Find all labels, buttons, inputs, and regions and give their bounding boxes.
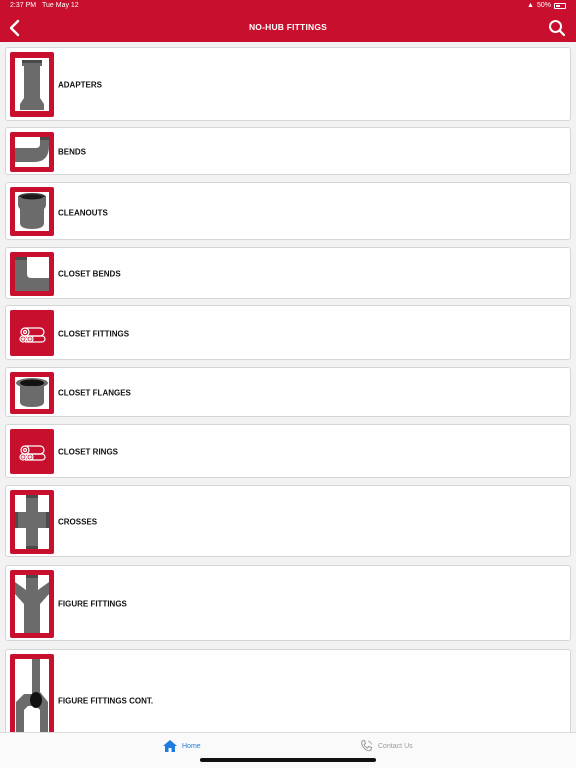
home-icon bbox=[163, 740, 177, 752]
list-item-closet-bends[interactable]: CLOSET BENDS bbox=[5, 247, 571, 299]
list-item-label: CROSSES bbox=[58, 517, 98, 527]
adapter-fitting-image bbox=[10, 52, 54, 117]
closet-flange-fitting-image bbox=[10, 372, 54, 414]
page-title: NO-HUB FITTINGS bbox=[248, 22, 328, 32]
closet-bend-fitting-image bbox=[10, 252, 54, 296]
list-item-closet-rings[interactable]: CLOSET RINGS bbox=[5, 424, 571, 478]
nav-bar: NO-HUB FITTINGS bbox=[0, 14, 576, 42]
tab-contact-us[interactable]: Contact Us bbox=[360, 740, 413, 752]
wye-fitting-image bbox=[10, 570, 54, 638]
status-bar: 2:37 PM Tue May 12 ▲ 50% bbox=[0, 0, 576, 14]
wifi-icon: ▲ bbox=[527, 2, 534, 9]
battery-icon bbox=[554, 2, 566, 9]
tab-contact-label: Contact Us bbox=[378, 742, 413, 750]
pipes-placeholder-icon bbox=[10, 310, 54, 356]
status-date: Tue May 12 bbox=[42, 2, 79, 9]
list-item-figure-fittings-cont[interactable]: FIGURE FITTINGS CONT. bbox=[5, 649, 571, 732]
tab-bar: Home Contact Us bbox=[0, 732, 576, 768]
top-bar: 2:37 PM Tue May 12 ▲ 50% NO-HUB FITTINGS bbox=[0, 0, 576, 42]
search-icon[interactable] bbox=[548, 19, 566, 37]
phone-icon bbox=[361, 740, 373, 752]
list-item-label: CLOSET FLANGES bbox=[58, 388, 131, 398]
list-item-label: ADAPTERS bbox=[58, 80, 103, 90]
pipes-placeholder-icon bbox=[10, 429, 54, 474]
list-item-label: CLEANOUTS bbox=[58, 208, 108, 218]
figure-fitting-image bbox=[10, 654, 54, 732]
list-item-label: CLOSET RINGS bbox=[58, 447, 119, 457]
list-item-crosses[interactable]: CROSSES bbox=[5, 485, 571, 557]
tab-home[interactable]: Home bbox=[163, 740, 201, 752]
list-item-label: FIGURE FITTINGS CONT. bbox=[58, 696, 154, 706]
bend-fitting-image bbox=[10, 132, 54, 172]
list-item-closet-fittings[interactable]: CLOSET FITTINGS bbox=[5, 305, 571, 360]
list-item-figure-fittings[interactable]: FIGURE FITTINGS bbox=[5, 565, 571, 641]
list-item-closet-flanges[interactable]: CLOSET FLANGES bbox=[5, 367, 571, 417]
battery-percent: 50% bbox=[536, 2, 551, 9]
home-indicator bbox=[200, 758, 376, 762]
status-time: 2:37 PM bbox=[10, 2, 37, 9]
list-item-label: BENDS bbox=[58, 147, 87, 157]
cross-fitting-image bbox=[10, 490, 54, 554]
list-item-label: CLOSET FITTINGS bbox=[58, 329, 130, 339]
list-item-label: CLOSET BENDS bbox=[58, 269, 121, 279]
fittings-list: ADAPTERS BENDS CLEANOUTS CLOSET BENDS CL… bbox=[0, 42, 576, 732]
tab-home-label: Home bbox=[182, 742, 201, 750]
list-item-cleanouts[interactable]: CLEANOUTS bbox=[5, 182, 571, 240]
list-item-adapters[interactable]: ADAPTERS bbox=[5, 47, 571, 121]
status-right: ▲ 50% bbox=[527, 2, 566, 9]
list-item-bends[interactable]: BENDS bbox=[5, 127, 571, 175]
cleanout-fitting-image bbox=[10, 187, 54, 236]
list-item-label: FIGURE FITTINGS bbox=[58, 599, 127, 609]
